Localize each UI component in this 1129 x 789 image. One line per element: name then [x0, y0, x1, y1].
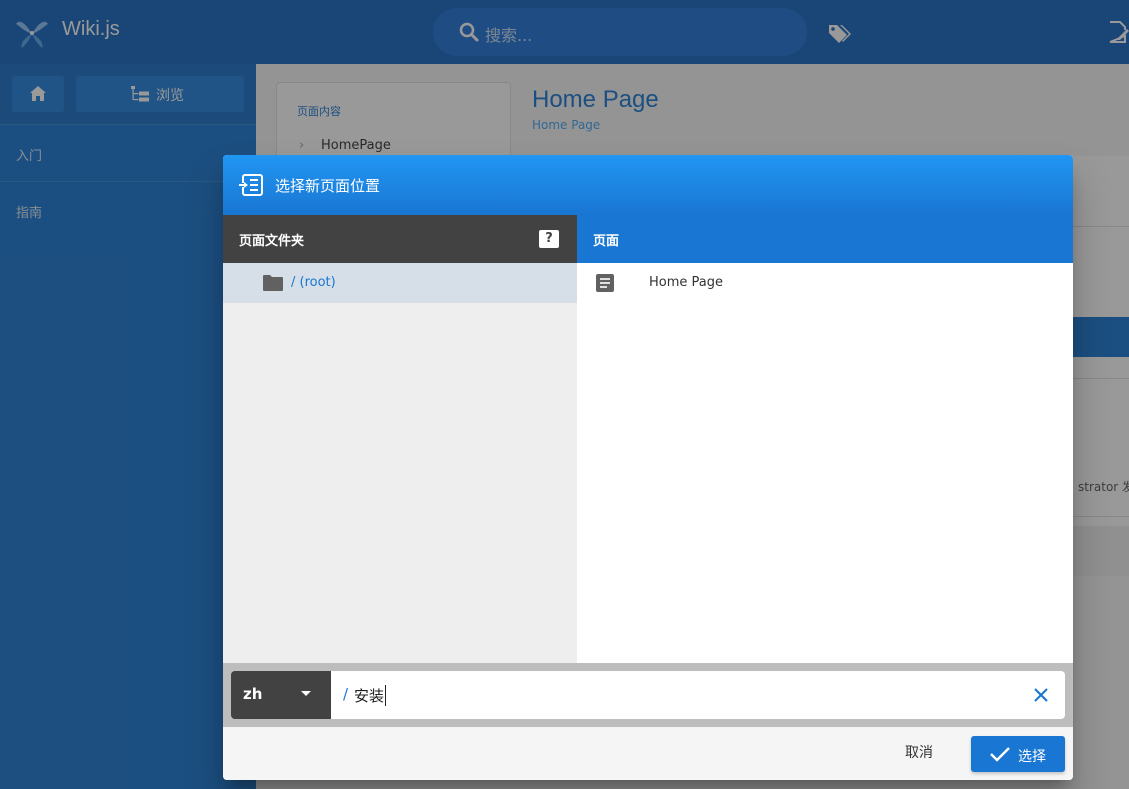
pages-panel: 页面 Home Page	[577, 215, 1073, 663]
dialog-title: 选择新页面位置	[275, 177, 381, 195]
page-move-icon	[238, 174, 263, 196]
check-icon	[990, 747, 1010, 762]
folder-label: / (root)	[291, 275, 336, 290]
page-item[interactable]: Home Page	[577, 263, 1073, 303]
select-page-location-dialog: 选择新页面位置 页面文件夹 ? / (root) 页面 Home Page zh…	[223, 155, 1073, 780]
select-button-label: 选择	[1018, 749, 1046, 765]
caret-down-icon	[301, 691, 311, 696]
cancel-button[interactable]: 取消	[905, 742, 933, 762]
pages-header: 页面	[577, 215, 1073, 263]
file-document-icon	[596, 274, 614, 292]
locale-value: zh	[243, 685, 263, 703]
locale-select[interactable]: zh	[231, 671, 331, 719]
pages-header-title: 页面	[593, 234, 620, 249]
folders-panel: 页面文件夹 ? / (root)	[223, 215, 577, 663]
dialog-actions: 取消 选择	[223, 727, 1073, 780]
path-bar: zh / 安装	[223, 663, 1073, 727]
path-value: 安装	[354, 685, 387, 706]
select-button[interactable]: 选择	[971, 736, 1065, 772]
page-item-label: Home Page	[649, 275, 723, 290]
close-icon[interactable]	[1031, 685, 1051, 705]
path-input[interactable]: / 安装	[331, 671, 1065, 719]
folder-icon	[263, 275, 283, 291]
dialog-header: 选择新页面位置	[223, 155, 1073, 215]
folder-item-root[interactable]: / (root)	[223, 263, 577, 303]
folders-header-title: 页面文件夹	[239, 234, 305, 249]
path-prefix: /	[343, 685, 349, 703]
help-icon[interactable]: ?	[539, 230, 559, 248]
folders-header: 页面文件夹 ?	[223, 215, 577, 263]
